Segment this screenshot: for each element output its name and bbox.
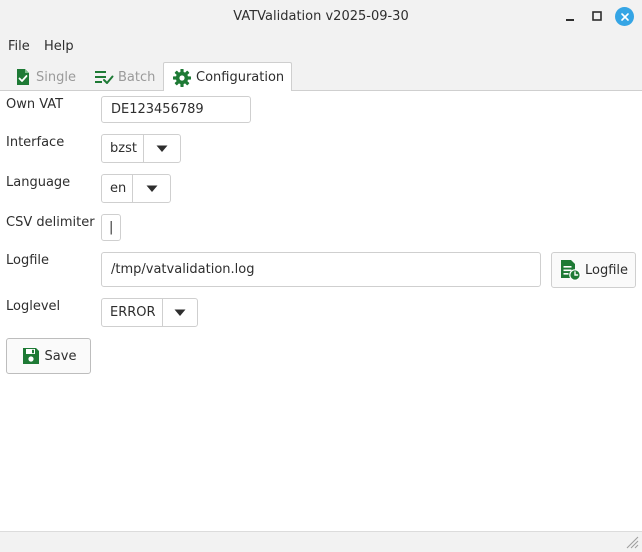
save-button[interactable]: Save <box>6 338 91 374</box>
window-title: VATValidation v2025-09-30 <box>233 9 409 24</box>
gear-icon <box>172 68 192 88</box>
menu-bar: File Help <box>0 34 642 60</box>
language-label: Language <box>6 175 71 190</box>
menu-help[interactable]: Help <box>36 34 82 59</box>
maximize-icon <box>592 11 602 21</box>
minimize-button[interactable] <box>561 8 579 26</box>
tab-batch[interactable]: Batch <box>86 63 163 91</box>
interface-label: Interface <box>6 135 65 150</box>
title-bar: VATValidation v2025-09-30 <box>0 0 642 34</box>
logfile-input[interactable]: /tmp/vatvalidation.log <box>101 252 541 287</box>
loglevel-select[interactable]: ERROR <box>101 298 198 327</box>
configuration-panel: Own VAT DE123456789 Interface bzst Langu… <box>0 91 642 531</box>
tab-batch-label: Batch <box>118 69 156 85</box>
tab-single-label: Single <box>36 69 76 85</box>
language-dropdown-button[interactable] <box>132 175 170 202</box>
tab-configuration-label: Configuration <box>196 70 285 85</box>
list-check-icon <box>94 68 114 86</box>
language-select[interactable]: en <box>101 174 171 203</box>
chevron-down-icon <box>174 309 186 316</box>
logfile-label: Logfile <box>6 253 50 268</box>
tab-configuration[interactable]: Configuration <box>163 62 292 92</box>
resize-grip-icon[interactable] <box>625 535 639 549</box>
status-bar <box>0 531 642 552</box>
language-value: en <box>110 181 127 196</box>
tab-bar: Single Batch Configuration <box>0 60 642 92</box>
minimize-icon <box>566 19 574 21</box>
loglevel-value: ERROR <box>110 305 156 320</box>
menu-file[interactable]: File <box>0 34 38 59</box>
csv-delimiter-input[interactable]: | <box>101 214 121 241</box>
chevron-down-icon <box>146 185 158 192</box>
close-button[interactable] <box>615 7 634 26</box>
save-button-label: Save <box>44 348 77 364</box>
chevron-down-icon <box>156 145 168 152</box>
logfile-browse-button[interactable]: Logfile <box>551 252 636 288</box>
tab-single[interactable]: Single <box>6 63 84 91</box>
file-clock-icon <box>559 259 581 281</box>
csv-delimiter-label: CSV delimiter <box>6 215 95 230</box>
interface-value: bzst <box>110 141 137 156</box>
interface-select[interactable]: bzst <box>101 134 181 163</box>
close-icon <box>620 12 629 21</box>
floppy-disk-icon <box>21 346 41 366</box>
own-vat-input[interactable]: DE123456789 <box>101 96 251 123</box>
logfile-button-label: Logfile <box>584 262 629 278</box>
loglevel-label: Loglevel <box>6 299 61 314</box>
own-vat-label: Own VAT <box>6 97 64 112</box>
loglevel-dropdown-button[interactable] <box>161 299 197 326</box>
maximize-button[interactable] <box>588 7 606 25</box>
document-check-icon <box>14 68 32 86</box>
interface-dropdown-button[interactable] <box>142 135 180 162</box>
